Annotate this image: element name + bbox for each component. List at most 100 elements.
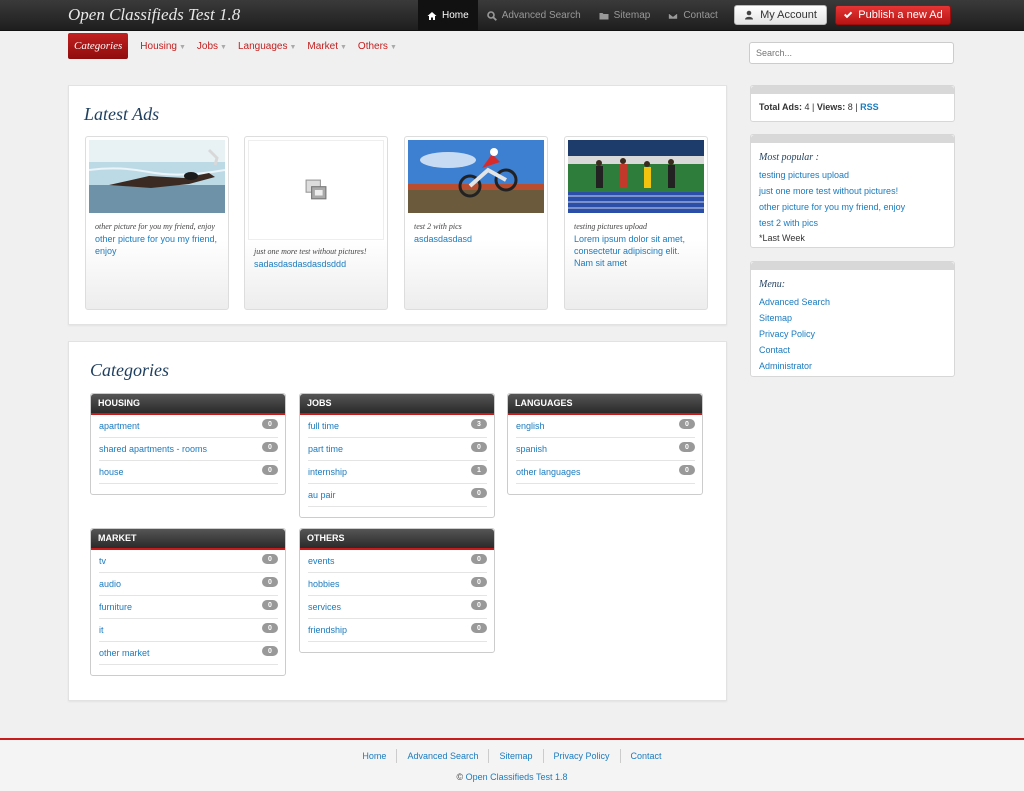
popular-item[interactable]: just one more test without pictures!: [759, 183, 946, 199]
ad-image-motocross[interactable]: [408, 140, 544, 213]
ad-image-track-race[interactable]: [568, 140, 704, 213]
count-badge: 0: [262, 554, 278, 564]
ad-card[interactable]: test 2 with pics asdasdasdasd: [404, 136, 548, 310]
categories-panel: Categories HOUSING apartment 0 shared apa…: [68, 341, 727, 701]
list-item[interactable]: other market 0: [99, 642, 278, 665]
category-header[interactable]: OTHERS: [300, 529, 494, 550]
count-badge: 0: [262, 600, 278, 610]
nav-advanced-search[interactable]: Advanced Search: [478, 0, 590, 31]
menu-link-contact[interactable]: Contact: [759, 342, 946, 358]
count-badge: 1: [471, 465, 487, 475]
ad-title-link[interactable]: sadasdasdasdasdsddd: [254, 259, 346, 269]
list-item[interactable]: hobbies 0: [308, 573, 487, 596]
category-header[interactable]: JOBS: [300, 394, 494, 415]
subnav-housing[interactable]: Housing ▼: [140, 41, 186, 52]
list-item[interactable]: full time 3: [308, 415, 487, 438]
total-ads-value: 4: [804, 102, 810, 112]
count-badge: 0: [471, 488, 487, 498]
menu-link-privacy-policy[interactable]: Privacy Policy: [759, 326, 946, 342]
count-badge: 0: [471, 442, 487, 452]
list-item[interactable]: audio 0: [99, 573, 278, 596]
subnav-languages[interactable]: Languages ▼: [238, 41, 296, 52]
my-account-button[interactable]: My Account: [734, 5, 827, 25]
popular-item[interactable]: other picture for you my friend, enjoy: [759, 199, 946, 215]
list-item[interactable]: it 0: [99, 619, 278, 642]
count-badge: 0: [679, 442, 695, 452]
list-item[interactable]: friendship 0: [308, 619, 487, 642]
list-item[interactable]: furniture 0: [99, 596, 278, 619]
list-item[interactable]: house 0: [99, 461, 278, 484]
latest-ads-panel: Latest Ads other picture for you my frie…: [68, 85, 727, 325]
nav-contact[interactable]: Contact: [659, 0, 726, 31]
nav-home[interactable]: Home: [418, 0, 478, 31]
list-item[interactable]: services 0: [308, 596, 487, 619]
list-item[interactable]: events 0: [308, 550, 487, 573]
list-item[interactable]: tv 0: [99, 550, 278, 573]
ad-image-swimmer[interactable]: [89, 140, 225, 213]
search-icon: [486, 10, 497, 21]
ad-card[interactable]: just one more test without pictures! sad…: [244, 136, 388, 310]
count-badge: 0: [679, 419, 695, 429]
ad-title-link[interactable]: other picture for you my friend, enjoy: [95, 234, 217, 256]
ad-category: test 2 with pics: [414, 222, 462, 231]
category-header[interactable]: HOUSING: [91, 394, 285, 415]
footer-link-contact[interactable]: Contact: [619, 749, 672, 763]
footer-links: Home Advanced Search Sitemap Privacy Pol…: [0, 749, 1024, 763]
menu-link-sitemap[interactable]: Sitemap: [759, 310, 946, 326]
count-badge: 0: [471, 623, 487, 633]
list-item[interactable]: english 0: [516, 415, 695, 438]
category-box-others: OTHERS events 0 hobbies 0 services 0 friend…: [299, 528, 495, 653]
most-popular-title: Most popular :: [759, 152, 819, 163]
caret-down-icon: ▼: [178, 43, 186, 51]
footer-link-sitemap[interactable]: Sitemap: [488, 749, 542, 763]
views-label: Views:: [816, 102, 846, 112]
count-badge: 3: [471, 419, 487, 429]
ad-title-link[interactable]: Lorem ipsum dolor sit amet, consectetur …: [574, 234, 685, 268]
ad-image-placeholder[interactable]: [248, 140, 384, 240]
views-value: 8: [847, 102, 853, 112]
categories-button[interactable]: Categories: [68, 33, 129, 59]
list-item[interactable]: internship 1: [308, 461, 487, 484]
list-item[interactable]: other languages 0: [516, 461, 695, 484]
ad-title-link[interactable]: asdasdasdasd: [414, 234, 472, 244]
footer-brand-link[interactable]: Open Classifieds Test 1.8: [466, 772, 568, 782]
count-badge: 0: [262, 465, 278, 475]
menu-link-advanced-search[interactable]: Advanced Search: [759, 294, 946, 310]
ad-card[interactable]: other picture for you my friend, enjoy o…: [85, 136, 229, 310]
subnav-market[interactable]: Market ▼: [307, 41, 347, 52]
ad-category: other picture for you my friend, enjoy: [95, 222, 215, 231]
menu-title: Menu:: [759, 279, 786, 290]
subnav-jobs[interactable]: Jobs ▼: [197, 41, 227, 52]
site-brand[interactable]: Open Classifieds Test 1.8: [68, 5, 240, 25]
rss-link[interactable]: RSS: [860, 102, 879, 112]
top-navbar: Open Classifieds Test 1.8 Home Advanced …: [0, 0, 1024, 31]
ad-card[interactable]: testing pictures upload Lorem ipsum dolo…: [564, 136, 708, 310]
subnav-others[interactable]: Others ▼: [358, 41, 397, 52]
menu-link-administrator[interactable]: Administrator: [759, 358, 946, 374]
footer-link-advanced-search[interactable]: Advanced Search: [396, 749, 488, 763]
category-nav: Categories Housing ▼ Jobs ▼ Languages ▼ Mar…: [68, 33, 408, 59]
list-item[interactable]: shared apartments - rooms 0: [99, 438, 278, 461]
nav-sitemap[interactable]: Sitemap: [590, 0, 660, 31]
count-badge: 0: [679, 465, 695, 475]
home-icon: [427, 11, 437, 20]
list-item[interactable]: part time 0: [308, 438, 487, 461]
folder-icon: [599, 12, 609, 19]
caret-down-icon: ▼: [289, 43, 297, 51]
popular-item[interactable]: testing pictures upload: [759, 167, 946, 183]
footer-link-home[interactable]: Home: [352, 749, 396, 763]
list-item[interactable]: spanish 0: [516, 438, 695, 461]
footer-copyright: © Open Classifieds Test 1.8: [456, 772, 568, 782]
no-image-icon: [305, 179, 327, 200]
popular-item[interactable]: test 2 with pics: [759, 215, 946, 231]
category-header[interactable]: MARKET: [91, 529, 285, 550]
publish-ad-button[interactable]: Publish a new Ad: [835, 5, 951, 25]
search-input[interactable]: [749, 42, 954, 64]
footer-link-privacy-policy[interactable]: Privacy Policy: [542, 749, 620, 763]
category-header[interactable]: LANGUAGES: [508, 394, 702, 415]
count-badge: 0: [262, 646, 278, 656]
count-badge: 0: [262, 442, 278, 452]
list-item[interactable]: au pair 0: [308, 484, 487, 507]
count-badge: 0: [471, 577, 487, 587]
list-item[interactable]: apartment 0: [99, 415, 278, 438]
